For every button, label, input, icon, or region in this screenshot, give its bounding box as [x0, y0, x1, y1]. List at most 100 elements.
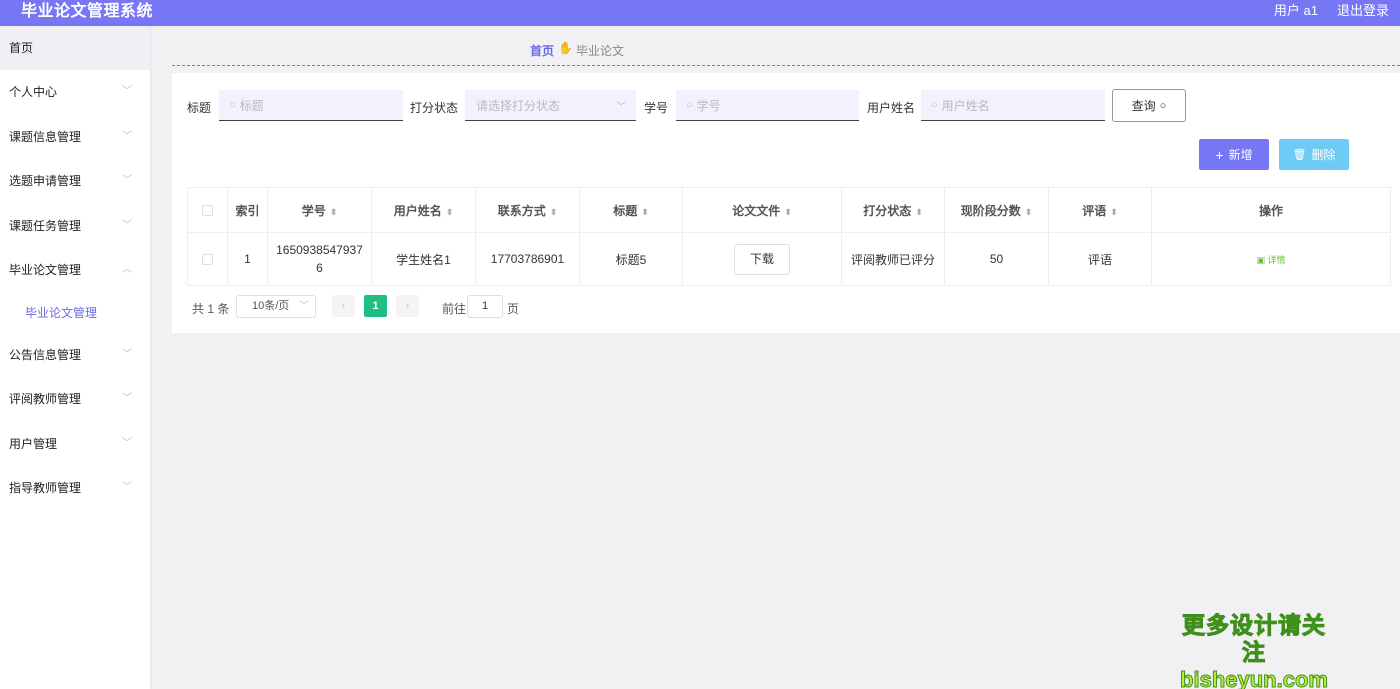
sort-icon[interactable]: ⬍: [446, 207, 454, 217]
student-no-text: 16509385479376: [276, 243, 363, 275]
sidebar-item-topic-application[interactable]: 选题申请管理 ﹀: [0, 159, 150, 204]
hand-icon: ✋: [558, 41, 573, 55]
column-header[interactable]: 用户姓名 ⬍: [371, 187, 476, 233]
goto-page-input[interactable]: 1: [467, 295, 503, 318]
student-no-search-input[interactable]: ○ 学号: [676, 90, 859, 121]
add-button[interactable]: + 新增: [1199, 139, 1269, 170]
username-search-input[interactable]: ○ 用户姓名: [921, 90, 1105, 121]
cell-score: 50: [944, 232, 1049, 286]
download-button[interactable]: 下载: [734, 243, 790, 275]
chevron-down-icon: ﹀: [122, 219, 132, 231]
sidebar-item-label: 个人中心: [9, 85, 58, 99]
pagination: 共 1 条 10条/页 ﹀ ‹ 1 › 前往 1 页: [192, 295, 792, 319]
sidebar-item-label: 用户管理: [9, 436, 58, 451]
page-size-select[interactable]: 10条/页 ﹀: [236, 295, 316, 318]
cell-username: 学生姓名1: [371, 232, 476, 286]
cell-title: 标题5: [579, 232, 683, 286]
chevron-down-icon: ﹀: [122, 393, 132, 404]
top-bar: 毕业论文管理系统 用户 a1 退出登录: [0, 0, 1400, 26]
search-icon: ○: [931, 99, 938, 111]
sidebar-item-label: 指导教师管理: [9, 481, 82, 495]
chevron-left-icon: ‹: [341, 300, 346, 312]
sidebar-item-label: 课题信息管理: [9, 129, 82, 144]
sidebar-item-label: 选题申请管理: [9, 174, 82, 188]
sidebar-item-thesis[interactable]: 毕业论文管理 ︿: [0, 248, 150, 293]
sidebar-item-home[interactable]: 首页: [0, 26, 150, 70]
plus-icon: +: [1215, 146, 1224, 163]
chevron-down-icon: ﹀: [299, 301, 309, 312]
sort-icon[interactable]: ⬍: [1110, 207, 1118, 217]
current-user-label: 用户 a1: [1273, 3, 1318, 18]
column-header-label: 标题: [613, 203, 638, 218]
chevron-down-icon: ﹀: [122, 86, 132, 97]
column-header-label: 打分状态: [863, 203, 912, 218]
column-header-label: 评语: [1082, 203, 1107, 218]
detail-link[interactable]: ▣ 详情: [1256, 255, 1285, 265]
status-filter-label: 打分状态: [410, 101, 459, 115]
sidebar-item-advisor[interactable]: 指导教师管理 ﹀: [0, 466, 150, 511]
sidebar-subitem-thesis-management[interactable]: 毕业论文管理: [0, 293, 150, 333]
column-header[interactable]: 学号 ⬍: [267, 187, 372, 233]
row-checkbox[interactable]: [202, 254, 213, 266]
sidebar-item-personal-center[interactable]: 个人中心 ﹀: [0, 70, 150, 115]
breadcrumb: 首页 ✋ 毕业论文: [172, 40, 1400, 66]
column-header[interactable]: 评语 ⬍: [1048, 187, 1152, 233]
search-form: 标题 ○ 标题 打分状态 请选择打分状态 ﹀ 学号 ○ 学号 用户姓名 ○ 用户…: [172, 89, 1400, 123]
logout-link[interactable]: 退出登录: [1337, 0, 1389, 22]
breadcrumb-current: 毕业论文: [576, 44, 625, 58]
next-page-button[interactable]: ›: [396, 295, 419, 317]
sort-icon[interactable]: ⬍: [1025, 207, 1033, 217]
status-select-placeholder: 请选择打分状态: [476, 98, 561, 113]
document-icon: ▣: [1256, 255, 1265, 265]
breadcrumb-home-link[interactable]: 首页: [530, 42, 554, 59]
column-header[interactable]: 论文文件 ⬍: [682, 187, 842, 233]
cell-index: 1: [227, 232, 268, 286]
column-header[interactable]: 现阶段分数 ⬍: [944, 187, 1049, 233]
title-filter-label: 标题: [187, 101, 212, 115]
trash-icon: 🗑: [1292, 149, 1307, 161]
column-header[interactable]: 打分状态 ⬍: [841, 187, 945, 233]
goto-suffix: 页: [507, 302, 520, 316]
select-all-checkbox[interactable]: [202, 205, 213, 217]
delete-button[interactable]: 🗑 删除: [1279, 139, 1349, 170]
sidebar-item-topic-task[interactable]: 课题任务管理 ﹀: [0, 204, 150, 249]
watermark-line-1: 更多设计请关注: [1182, 612, 1326, 666]
column-header-label: 现阶段分数: [960, 203, 1021, 218]
username-search-placeholder: 用户姓名: [941, 98, 990, 113]
query-button[interactable]: 查询 ○: [1112, 89, 1186, 122]
column-header: 索引: [227, 187, 268, 233]
detail-link-label: 详情: [1267, 255, 1286, 265]
column-header-label: 索引: [235, 203, 260, 218]
app-title: 毕业论文管理系统: [21, 3, 154, 20]
column-header[interactable]: 联系方式 ⬍: [475, 187, 580, 233]
watermark-line-2: bisheyun.com: [1180, 667, 1329, 689]
sort-icon[interactable]: ⬍: [784, 207, 792, 217]
page-size-value: 10条/页: [252, 300, 290, 312]
column-header[interactable]: 标题 ⬍: [579, 187, 683, 233]
sort-icon[interactable]: ⬍: [550, 207, 558, 217]
page-number-button[interactable]: 1: [364, 295, 387, 317]
sidebar-item-topic-info[interactable]: 课题信息管理 ﹀: [0, 115, 150, 160]
sort-icon[interactable]: ⬍: [641, 207, 649, 217]
title-search-input[interactable]: ○ 标题: [219, 90, 403, 121]
chevron-down-icon: ﹀: [122, 130, 132, 142]
search-icon: ○: [686, 99, 693, 111]
delete-button-label: 删除: [1311, 148, 1336, 162]
cell-comment: 评语: [1048, 232, 1152, 286]
search-icon: ○: [1159, 99, 1167, 112]
pagination-total: 共 1 条: [192, 302, 230, 316]
sort-icon[interactable]: ⬍: [915, 207, 923, 217]
chevron-down-icon: ﹀: [616, 101, 626, 113]
sidebar-item-label: 评阅教师管理: [9, 392, 82, 406]
chevron-down-icon: ﹀: [122, 175, 132, 186]
sidebar-item-reviewer[interactable]: 评阅教师管理 ﹀: [0, 377, 150, 422]
sidebar-item-announcement[interactable]: 公告信息管理 ﹀: [0, 333, 150, 378]
column-header-label: 操作: [1258, 203, 1283, 218]
prev-page-button[interactable]: ‹: [332, 295, 355, 317]
sort-icon[interactable]: ⬍: [330, 207, 338, 217]
watermark: 更多设计请关注 bisheyun.com: [1174, 612, 1334, 689]
status-select[interactable]: 请选择打分状态 ﹀: [465, 90, 636, 121]
sidebar-item-users[interactable]: 用户管理 ﹀: [0, 422, 150, 467]
title-search-placeholder: 标题: [239, 98, 264, 113]
column-header-label: 论文文件: [732, 203, 781, 218]
